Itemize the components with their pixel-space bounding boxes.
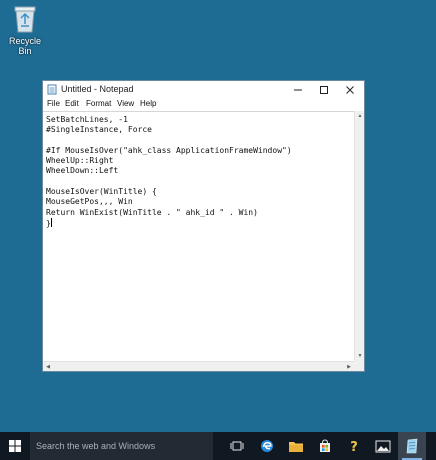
- scroll-left-icon[interactable]: ◀: [43, 362, 53, 372]
- photos-icon: [375, 440, 391, 452]
- horizontal-scrollbar[interactable]: ◀ ▶: [43, 361, 354, 371]
- help-button[interactable]: ?: [340, 432, 368, 460]
- recycle-bin-icon: [14, 6, 36, 33]
- text-editor[interactable]: SetBatchLines, -1 #SingleInstance, Force…: [43, 111, 354, 361]
- editor-line: #SingleInstance, Force: [46, 125, 152, 135]
- edge-button[interactable]: [253, 432, 281, 460]
- resize-grip[interactable]: [354, 361, 364, 371]
- title-bar[interactable]: Untitled - Notepad: [43, 81, 364, 98]
- desktop: Recycle Bin Untitled - Notepad File Edit: [0, 0, 436, 432]
- notepad-window: Untitled - Notepad File Edit Format View…: [42, 80, 365, 372]
- notepad-app-icon: [47, 84, 57, 95]
- menu-help[interactable]: Help: [140, 99, 156, 108]
- maximize-icon: [320, 85, 328, 94]
- notepad-taskbar-button[interactable]: [398, 432, 426, 460]
- start-button[interactable]: [0, 432, 30, 460]
- scroll-up-icon[interactable]: ▲: [355, 111, 365, 121]
- window-title: Untitled - Notepad: [61, 84, 134, 94]
- menu-format[interactable]: Format: [86, 99, 111, 108]
- vertical-scrollbar[interactable]: ▲ ▼: [354, 111, 364, 361]
- editor-line: WheelDown::Left: [46, 166, 119, 176]
- photos-button[interactable]: [369, 432, 397, 460]
- file-explorer-button[interactable]: [282, 432, 310, 460]
- scroll-right-icon[interactable]: ▶: [344, 362, 354, 372]
- menu-view[interactable]: View: [117, 99, 134, 108]
- task-view-button[interactable]: [223, 432, 251, 460]
- text-caret: [50, 217, 52, 227]
- svg-text:?: ?: [350, 440, 358, 453]
- search-placeholder: Search the web and Windows: [36, 441, 156, 451]
- editor-line: #If MouseIsOver("ahk_class ApplicationFr…: [46, 145, 292, 155]
- editor-line: MouseGetPos,,, Win: [46, 197, 133, 207]
- task-view-icon: [230, 441, 244, 451]
- help-icon: ?: [350, 440, 358, 453]
- notepad-icon: [406, 438, 418, 454]
- store-icon: [320, 439, 330, 452]
- edge-icon: [261, 440, 273, 452]
- editor-line: SetBatchLines, -1: [46, 115, 128, 124]
- minimize-icon: [294, 89, 302, 90]
- editor-line: Return WinExist(WinTitle . " ahk_id " . …: [46, 207, 258, 217]
- recycle-bin-label: Recycle Bin: [8, 36, 41, 56]
- minimize-button[interactable]: [285, 81, 311, 98]
- file-explorer-icon: [289, 441, 303, 452]
- taskbar: Search the web and Windows ?: [0, 432, 436, 460]
- menu-edit[interactable]: Edit: [65, 99, 79, 108]
- menu-file[interactable]: File: [47, 99, 60, 108]
- close-button[interactable]: [337, 81, 363, 98]
- editor-line-last: }: [46, 217, 351, 228]
- menu-bar: File Edit Format View Help: [43, 98, 364, 111]
- search-box[interactable]: Search the web and Windows: [30, 432, 213, 460]
- recycle-bin[interactable]: Recycle Bin: [4, 4, 46, 56]
- scroll-down-icon[interactable]: ▼: [355, 351, 365, 361]
- store-button[interactable]: [311, 432, 339, 460]
- editor-line: WheelUp::Right: [46, 156, 114, 166]
- maximize-button[interactable]: [311, 81, 337, 98]
- windows-logo-icon: [9, 440, 21, 452]
- close-icon: [346, 85, 354, 94]
- editor-line: MouseIsOver(WinTitle) {: [46, 187, 157, 197]
